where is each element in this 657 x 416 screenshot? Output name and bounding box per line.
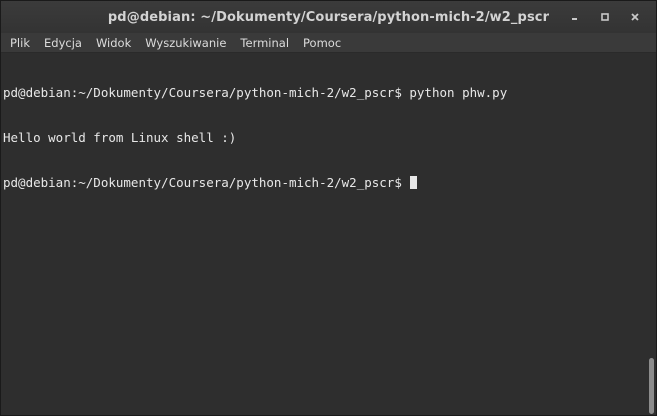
window-title: pd@debian: ~/Dokumenty/Coursera/python-m… [107,9,550,25]
close-button[interactable] [620,3,650,31]
terminal-line-command: pd@debian:~/Dokumenty/Coursera/python-mi… [3,85,508,100]
menu-item-terminal[interactable]: Terminal [233,36,296,50]
title-bar[interactable]: pd@debian: ~/Dokumenty/Coursera/python-m… [1,1,656,33]
minimize-button[interactable] [560,3,590,31]
prompt-text: pd@debian:~/Dokumenty/Coursera/python-mi… [3,175,410,190]
minimize-icon [572,18,577,20]
menu-item-pomoc[interactable]: Pomoc [296,36,348,50]
maximize-icon [601,13,609,21]
menu-item-plik[interactable]: Plik [3,36,37,50]
scrollbar-thumb[interactable] [649,358,654,414]
terminal-line-output: Hello world from Linux shell :) [3,130,237,145]
menu-item-wyszukiwanie[interactable]: Wyszukiwanie [138,36,233,50]
menu-item-widok[interactable]: Widok [89,36,138,50]
text-cursor [410,176,418,189]
menu-item-edycja[interactable]: Edycja [37,36,89,50]
terminal-line-prompt: pd@debian:~/Dokumenty/Coursera/python-mi… [3,175,647,190]
terminal-window: pd@debian: ~/Dokumenty/Coursera/python-m… [0,0,657,416]
window-controls [560,1,650,33]
scrollbar[interactable] [647,54,656,415]
terminal-output[interactable]: pd@debian:~/Dokumenty/Coursera/python-mi… [1,54,647,415]
maximize-button[interactable] [590,3,620,31]
menu-bar: Plik Edycja Widok Wyszukiwanie Terminal … [1,33,656,53]
close-icon [631,13,639,21]
